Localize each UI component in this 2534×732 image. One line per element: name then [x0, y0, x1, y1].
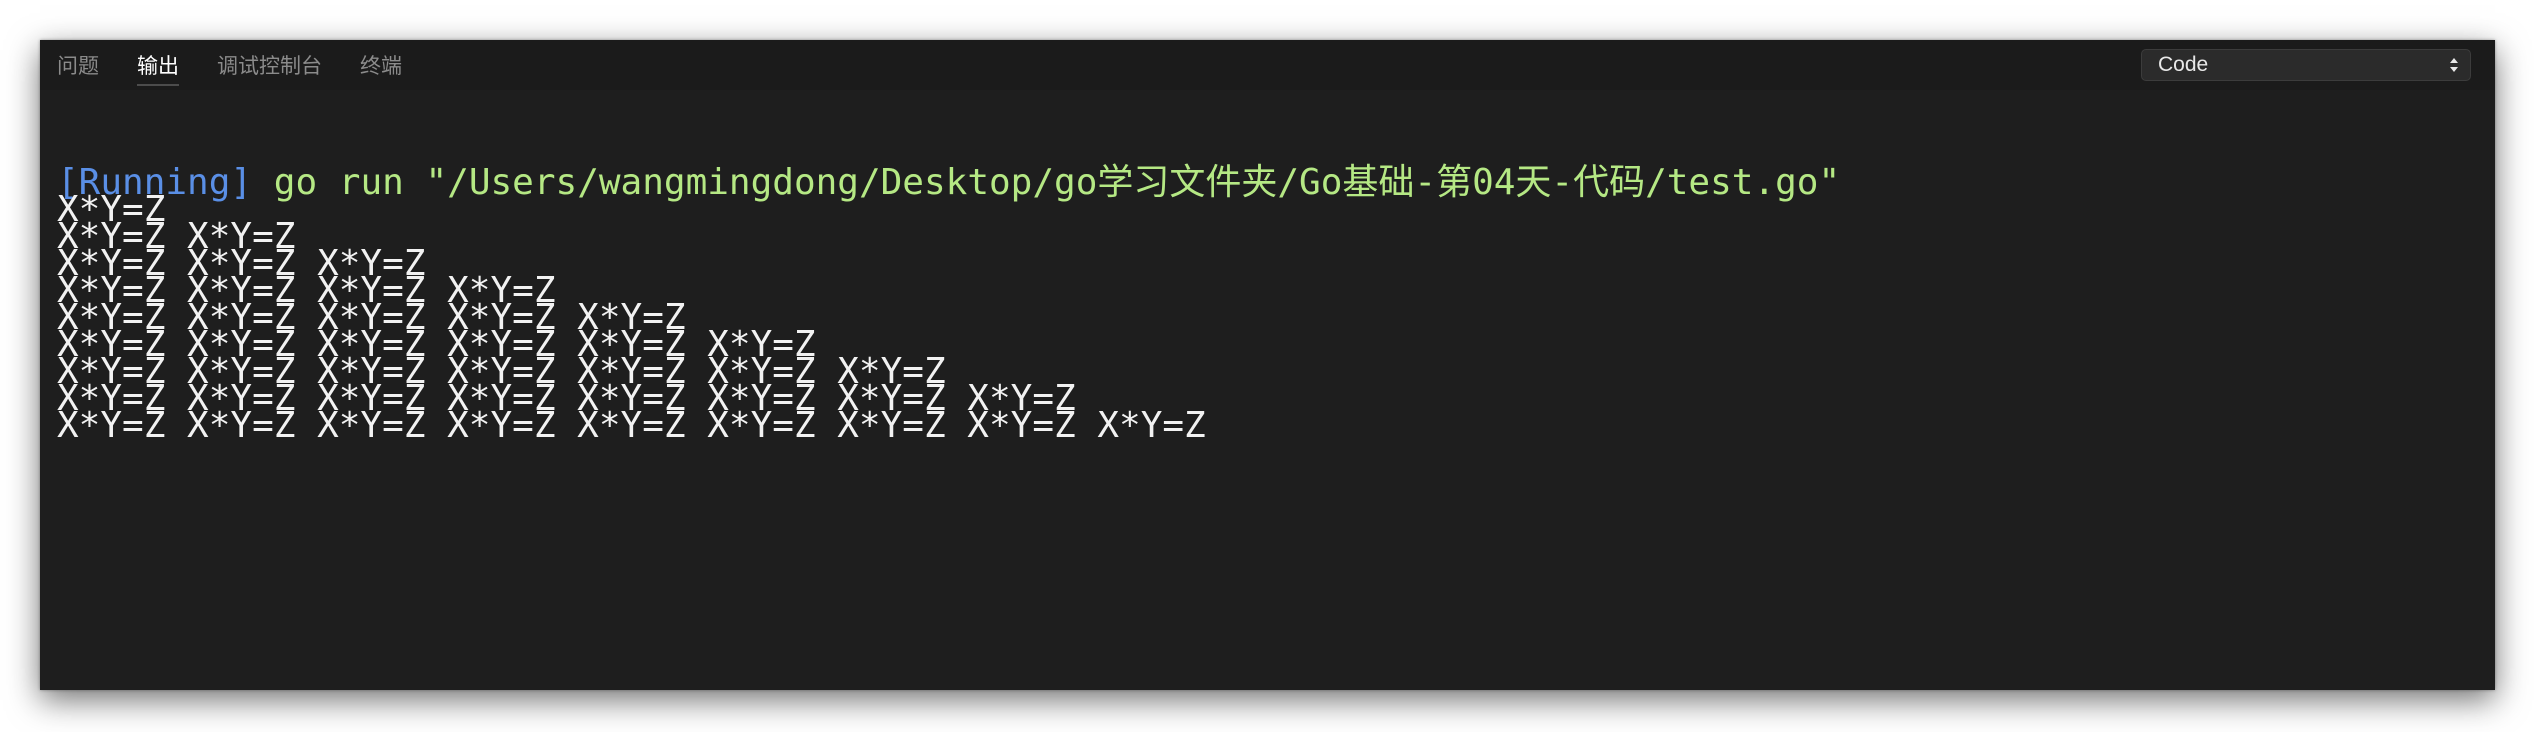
output-panel: 问题 输出 调试控制台 终端 Code [Running] go run "/U… [40, 40, 2495, 690]
output-channel-select-value: Code [2158, 53, 2209, 76]
tab-problems[interactable]: 问题 [57, 40, 99, 90]
output-channel-select[interactable]: Code [2141, 49, 2471, 81]
panel-tabs: 问题 输出 调试控制台 终端 [57, 40, 440, 90]
output-lines: [Running] go run "/Users/wangmingdong/De… [57, 156, 2495, 453]
tab-terminal[interactable]: 终端 [360, 40, 402, 90]
panel-header: 问题 输出 调试控制台 终端 Code [40, 40, 2495, 90]
output-line: X*Y=Z X*Y=Z X*Y=Z X*Y=Z X*Y=Z X*Y=Z X*Y=… [57, 405, 1206, 446]
run-command: go run "/Users/wangmingdong/Desktop/go学习… [273, 162, 1841, 203]
tab-debug-console[interactable]: 调试控制台 [217, 40, 322, 90]
output-log: [Running] go run "/Users/wangmingdong/De… [40, 90, 2495, 690]
chevron-up-down-icon [2450, 58, 2458, 72]
tab-output[interactable]: 输出 [137, 40, 179, 90]
